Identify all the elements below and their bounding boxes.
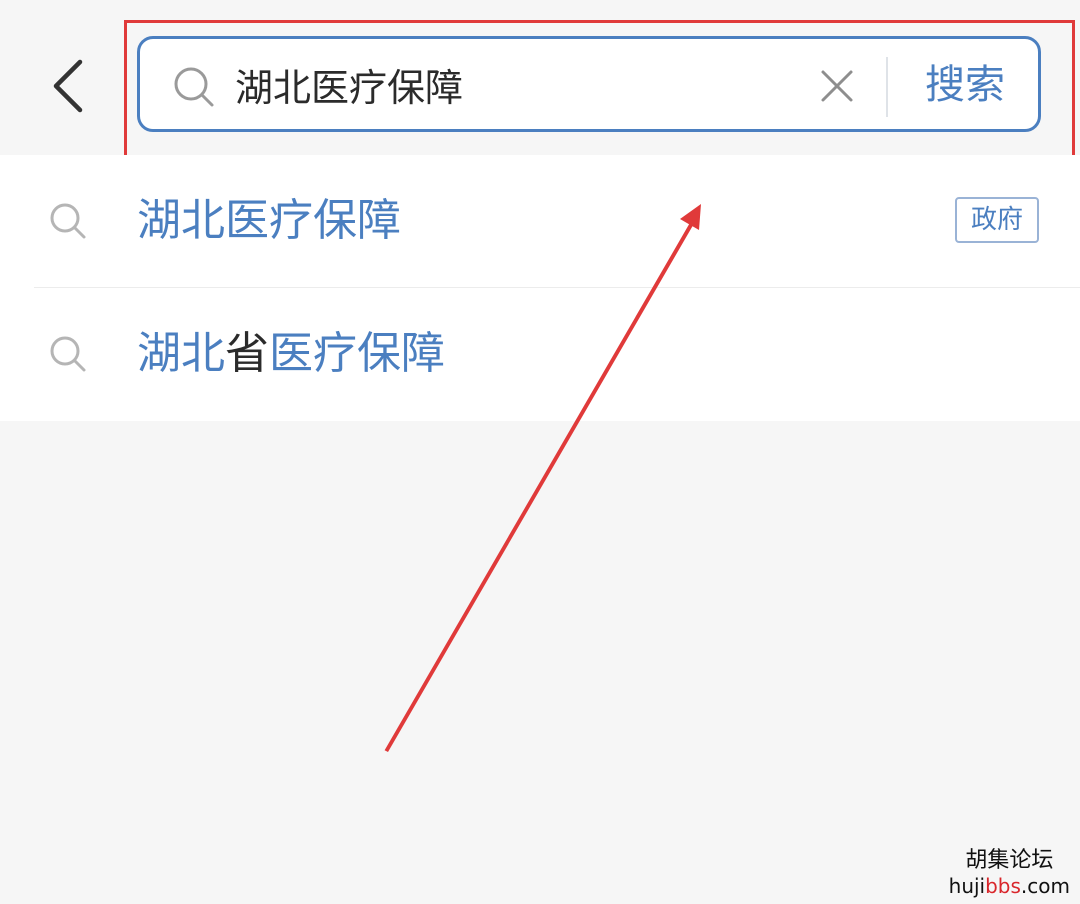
suggestion-text: 湖北省医疗保障 [137,324,445,384]
watermark: 胡集论坛 hujibbs.com [949,848,1070,898]
watermark-url-suffix: .com [1020,874,1070,898]
search-bar: 搜索 [137,36,1041,132]
category-tag: 政府 [955,197,1039,243]
watermark-url: hujibbs.com [949,874,1070,898]
watermark-url-prefix: huji [948,874,986,898]
watermark-title: 胡集论坛 [965,848,1054,873]
search-icon [50,203,86,239]
suggestion-segment-highlight: 湖北 [137,328,225,379]
back-button[interactable] [40,50,100,122]
suggestion-item[interactable]: 湖北省医疗保障 [0,288,1080,421]
search-header: 搜索 [0,0,1080,155]
search-input[interactable] [235,53,795,115]
watermark-url-highlight: bbs [985,874,1021,898]
suggestion-segment-highlight: 湖北医疗保障 [137,195,401,246]
search-icon [174,67,214,107]
close-icon [821,70,853,102]
clear-button[interactable] [817,66,857,106]
suggestion-list: 湖北医疗保障 政府 湖北省医疗保障 [0,155,1080,421]
suggestion-segment-plain: 省 [225,328,269,379]
search-icon [50,336,86,372]
search-divider [886,57,888,117]
suggestion-item[interactable]: 湖北医疗保障 政府 [0,155,1080,288]
search-button[interactable]: 搜索 [910,53,1020,117]
chevron-left-icon [53,59,83,113]
suggestion-text: 湖北医疗保障 [137,191,401,251]
suggestion-segment-highlight: 医疗保障 [269,328,445,379]
